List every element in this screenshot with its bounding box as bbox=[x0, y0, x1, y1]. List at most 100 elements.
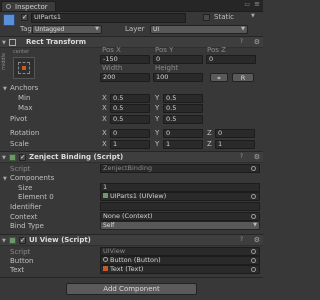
active-checkbox[interactable] bbox=[21, 13, 28, 21]
pivot-y-field[interactable]: 0.5 bbox=[163, 115, 203, 124]
components-label: Components bbox=[10, 174, 55, 182]
ui-view-script-label: Script bbox=[10, 248, 31, 256]
scale-z-field[interactable]: 1 bbox=[215, 140, 255, 149]
object-picker-icon[interactable] bbox=[251, 214, 256, 219]
min-x-field[interactable]: 0.5 bbox=[110, 94, 150, 103]
anchor-presets-button[interactable] bbox=[13, 57, 35, 79]
context-label: Context bbox=[10, 213, 38, 221]
pivot-x-axis: X bbox=[102, 115, 107, 123]
anchors-foldout-arrow[interactable]: ▼ bbox=[3, 86, 7, 92]
context-field[interactable]: None (Context) bbox=[100, 212, 260, 221]
max-y-axis: Y bbox=[155, 104, 160, 112]
tag-label: Tag bbox=[20, 25, 32, 33]
gear-icon[interactable]: ⚙ bbox=[254, 236, 260, 244]
object-picker-icon[interactable] bbox=[251, 166, 256, 171]
pivot-x-field[interactable]: 0.5 bbox=[110, 115, 150, 124]
identifier-field[interactable] bbox=[100, 202, 260, 211]
chevron-down-icon: ▼ bbox=[241, 26, 245, 32]
script-icon bbox=[9, 237, 16, 244]
tab-bar: Inspector ▭ ≡ bbox=[0, 0, 263, 12]
tab-inspector[interactable]: Inspector bbox=[1, 1, 56, 11]
pos-z-field[interactable]: 0 bbox=[206, 55, 256, 64]
rotation-z-field[interactable]: 0 bbox=[215, 129, 255, 138]
rotation-label: Rotation bbox=[10, 129, 40, 137]
tab-label: Inspector bbox=[15, 3, 48, 11]
zenject-script-field[interactable]: ZenjectBinding bbox=[100, 164, 260, 173]
components-size-field[interactable]: 1 bbox=[100, 183, 260, 192]
zenject-script-value: ZenjectBinding bbox=[103, 164, 153, 172]
layer-label: Layer bbox=[125, 25, 145, 33]
help-icon[interactable]: ? bbox=[240, 38, 243, 45]
chevron-down-icon: ▼ bbox=[95, 26, 99, 32]
button-label: Button bbox=[10, 257, 34, 265]
bind-type-value: Self bbox=[103, 222, 115, 229]
pos-y-header: Pos Y bbox=[155, 46, 174, 54]
zenject-binding-header[interactable]: ▼ Zenject Binding (Script) ? ⚙ bbox=[0, 151, 263, 163]
ui-view-enabled-checkbox[interactable] bbox=[19, 236, 26, 244]
scale-y-axis: Y bbox=[155, 140, 160, 148]
blueprint-mode-button[interactable]: ⌗ bbox=[210, 73, 228, 82]
pivot-label: Pivot bbox=[10, 115, 28, 123]
raw-edit-button[interactable]: R bbox=[232, 73, 254, 82]
rotation-y-axis: Y bbox=[155, 129, 160, 137]
text-component-icon bbox=[103, 266, 108, 271]
anchor-vertical-label: middle bbox=[1, 52, 7, 70]
height-field[interactable]: 100 bbox=[153, 73, 203, 82]
min-y-field[interactable]: 0.5 bbox=[163, 94, 203, 103]
help-icon[interactable]: ? bbox=[240, 236, 243, 243]
layer-dropdown[interactable]: UI ▼ bbox=[150, 25, 248, 34]
ui-view-script-field[interactable]: UIView bbox=[100, 247, 260, 256]
menu-icon[interactable]: ≡ bbox=[254, 0, 260, 8]
static-dropdown-arrow[interactable]: ▼ bbox=[251, 13, 255, 19]
anchor-horizontal-label: center bbox=[13, 49, 30, 55]
object-picker-icon[interactable] bbox=[251, 258, 256, 263]
scale-x-field[interactable]: 1 bbox=[110, 140, 150, 149]
ui-view-script-value: UIView bbox=[103, 247, 126, 255]
gear-icon[interactable]: ⚙ bbox=[254, 38, 260, 46]
foldout-arrow-icon[interactable]: ▼ bbox=[2, 238, 6, 244]
pos-y-field[interactable]: 0 bbox=[153, 55, 203, 64]
add-component-button[interactable]: Add Component bbox=[66, 283, 197, 295]
chevron-down-icon: ▼ bbox=[253, 222, 257, 228]
foldout-arrow-icon[interactable]: ▼ bbox=[2, 155, 6, 161]
tag-dropdown[interactable]: Untagged ▼ bbox=[32, 25, 102, 34]
pos-x-field[interactable]: -150 bbox=[100, 55, 150, 64]
info-icon bbox=[6, 4, 11, 9]
components-foldout-arrow[interactable]: ▼ bbox=[3, 176, 7, 182]
width-field[interactable]: 200 bbox=[100, 73, 150, 82]
gear-icon[interactable]: ⚙ bbox=[254, 153, 260, 161]
ui-view-header[interactable]: ▼ UI View (Script) ? ⚙ bbox=[0, 234, 263, 246]
scale-label: Scale bbox=[10, 140, 29, 148]
zenject-enabled-checkbox[interactable] bbox=[19, 153, 26, 161]
element-0-field[interactable]: UIParts1 (UIView) bbox=[100, 192, 260, 201]
rotation-x-field[interactable]: 0 bbox=[110, 129, 150, 138]
static-label: Static bbox=[214, 13, 235, 21]
static-checkbox[interactable] bbox=[203, 14, 210, 21]
height-header: Height bbox=[155, 64, 179, 72]
scale-x-axis: X bbox=[102, 140, 107, 148]
object-name-field[interactable]: UIParts1 bbox=[31, 13, 186, 23]
bind-type-dropdown[interactable]: Self ▼ bbox=[100, 221, 260, 230]
rect-transform-icon bbox=[9, 39, 16, 46]
object-picker-icon[interactable] bbox=[251, 267, 256, 272]
pos-x-header: Pos X bbox=[102, 46, 121, 54]
help-icon[interactable]: ? bbox=[240, 153, 243, 160]
lock-icon[interactable]: ▭ bbox=[244, 1, 250, 8]
tag-value: Untagged bbox=[35, 26, 65, 33]
width-header: Width bbox=[102, 64, 123, 72]
max-y-field[interactable]: 0.5 bbox=[163, 104, 203, 113]
max-x-axis: X bbox=[102, 104, 107, 112]
object-picker-icon[interactable] bbox=[251, 194, 256, 199]
rotation-z-axis: Z bbox=[207, 129, 212, 137]
rect-transform-title: Rect Transform bbox=[26, 38, 87, 46]
anchor-cross-icon bbox=[18, 62, 30, 74]
scale-y-field[interactable]: 1 bbox=[163, 140, 203, 149]
rotation-y-field[interactable]: 0 bbox=[163, 129, 203, 138]
button-field[interactable]: Button (Button) bbox=[100, 256, 260, 265]
identifier-label: Identifier bbox=[10, 203, 42, 211]
foldout-arrow-icon[interactable]: ▼ bbox=[2, 40, 6, 46]
max-x-field[interactable]: 0.5 bbox=[110, 104, 150, 113]
text-field[interactable]: Text (Text) bbox=[100, 265, 260, 274]
object-picker-icon[interactable] bbox=[251, 249, 256, 254]
gameobject-icon bbox=[3, 14, 15, 26]
